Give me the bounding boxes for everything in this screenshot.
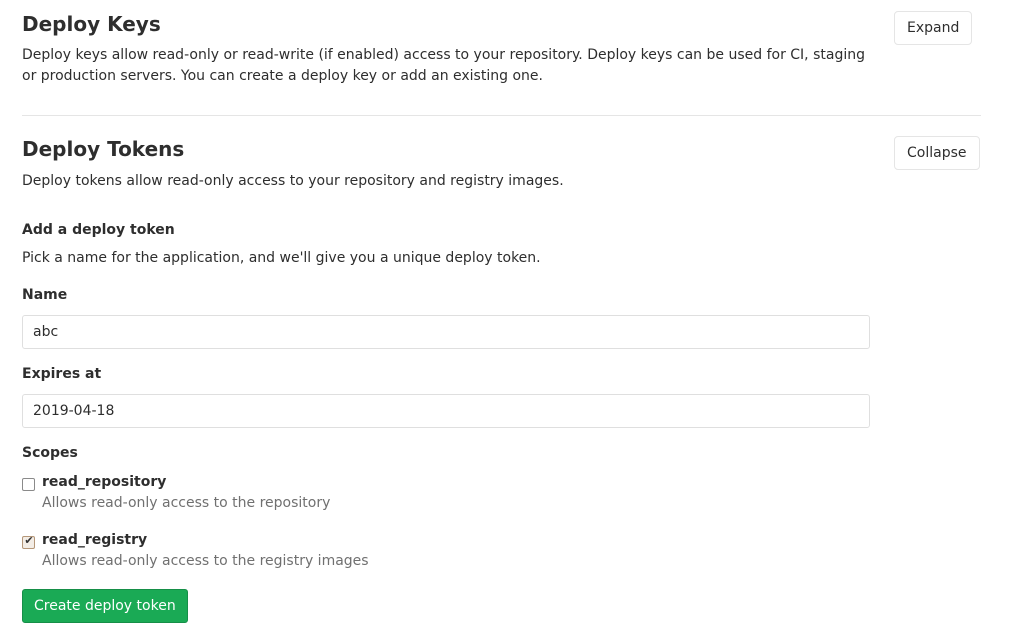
scope-name[interactable]: read_repository xyxy=(42,474,166,490)
deploy-keys-description: Deploy keys allow read-only or read-writ… xyxy=(22,47,865,84)
deploy-tokens-collapse-button[interactable]: Collapse xyxy=(894,136,980,170)
deploy-tokens-title: Deploy Tokens xyxy=(22,137,185,161)
scopes-label: Scopes xyxy=(22,445,78,461)
read-registry-checkbox[interactable]: ✔ xyxy=(22,534,35,549)
name-input[interactable] xyxy=(22,315,870,349)
expires-input[interactable] xyxy=(22,394,870,428)
scope-help: Allows read-only access to the registry … xyxy=(42,553,369,569)
scope-help: Allows read-only access to the repositor… xyxy=(42,495,331,511)
deploy-keys-expand-button[interactable]: Expand xyxy=(894,11,973,45)
settings-page: Deploy Keys Deploy keys allow read-only … xyxy=(0,0,1018,638)
create-deploy-token-button[interactable]: Create deploy token xyxy=(22,589,188,623)
deploy-keys-title: Deploy Keys xyxy=(22,12,161,36)
scope-name[interactable]: read_registry xyxy=(42,532,147,548)
expires-label: Expires at xyxy=(22,366,102,382)
add-token-subheading: Pick a name for the application, and we'… xyxy=(22,250,541,266)
read-repository-checkbox[interactable] xyxy=(22,478,35,491)
section-divider xyxy=(22,115,981,116)
deploy-tokens-description: Deploy tokens allow read-only access to … xyxy=(22,173,564,189)
name-label: Name xyxy=(22,287,68,303)
add-token-heading: Add a deploy token xyxy=(22,222,175,238)
checkmark-icon: ✔ xyxy=(24,534,34,547)
